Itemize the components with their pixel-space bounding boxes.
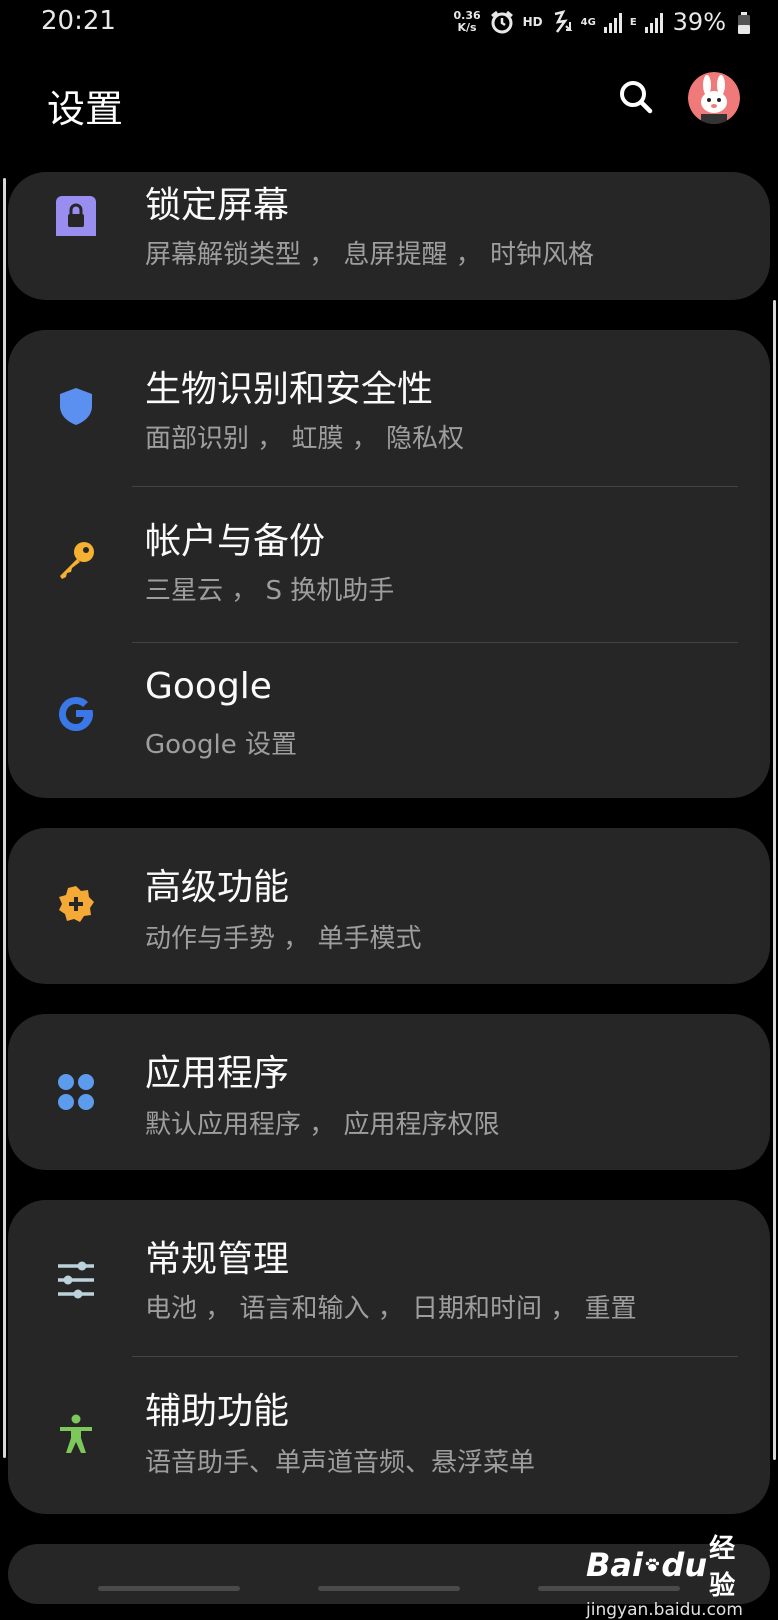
settings-card-security: 生物识别和安全性 面部识别 ， 虹膜 ， 隐私权 帐户与备份 三星云 ， S 换… — [8, 330, 770, 798]
paw-icon — [645, 1558, 660, 1572]
settings-item-accessibility[interactable]: 辅助功能 语音助手、单声道音频、悬浮菜单 — [8, 1356, 770, 1514]
settings-item-subtitle: 动作与手势 ， 单手模式 — [145, 924, 422, 954]
settings-item-title: 高级功能 — [145, 867, 290, 908]
network-speed: 0.36 K/s — [453, 10, 480, 34]
watermark-brand-bai: Bai — [586, 1546, 643, 1584]
settings-item-subtitle: Google 设置 — [145, 730, 297, 760]
gear-plus-icon — [56, 884, 96, 924]
accessibility-icon — [56, 1414, 96, 1454]
settings-card-general: 常规管理 电池 ， 语言和输入 ， 日期和时间 ， 重置 辅助功能 语音助手、单… — [8, 1200, 770, 1514]
signal-icon — [603, 13, 622, 33]
network-speed-unit: K/s — [457, 21, 477, 34]
nav-handle-recents[interactable] — [538, 1586, 680, 1591]
bluetooth-icon — [554, 10, 573, 33]
settings-item-google[interactable]: Google Google 设置 — [8, 642, 770, 792]
battery-percentage: 39% — [672, 8, 726, 36]
watermark-url: jingyan.baidu.com — [586, 1600, 743, 1620]
search-icon[interactable] — [615, 76, 657, 118]
signal-icon — [644, 13, 663, 33]
settings-item-general-management[interactable]: 常规管理 电池 ， 语言和输入 ， 日期和时间 ， 重置 — [8, 1200, 770, 1356]
avatar[interactable] — [688, 72, 740, 124]
settings-item-title: 应用程序 — [145, 1053, 290, 1094]
settings-item-subtitle: 默认应用程序 ， 应用程序权限 — [145, 1110, 500, 1140]
watermark-brand-du: du — [661, 1546, 708, 1584]
settings-item-subtitle: 面部识别 ， 虹膜 ， 隐私权 — [145, 424, 465, 454]
sliders-icon — [56, 1260, 96, 1300]
settings-item-lock-screen[interactable]: 锁定屏幕 屏幕解锁类型 ， 息屏提醒 ， 时钟风格 — [8, 172, 770, 300]
nav-handle-home[interactable] — [318, 1586, 460, 1591]
settings-item-title: 锁定屏幕 — [145, 185, 290, 226]
settings-item-accounts[interactable]: 帐户与备份 三星云 ， S 换机助手 — [8, 486, 770, 636]
settings-item-title: 常规管理 — [145, 1239, 290, 1280]
settings-item-title: 生物识别和安全性 — [145, 369, 434, 410]
status-bar: 20:21 0.36 K/s HD 4G E 39% — [0, 0, 778, 48]
shield-icon — [56, 386, 96, 426]
app-header: 设置 — [0, 60, 778, 140]
key-icon — [56, 540, 96, 580]
settings-item-biometrics[interactable]: 生物识别和安全性 面部识别 ， 虹膜 ， 隐私权 — [8, 330, 770, 480]
settings-item-title: 辅助功能 — [145, 1391, 290, 1432]
settings-card-lock: 锁定屏幕 屏幕解锁类型 ， 息屏提醒 ， 时钟风格 — [8, 172, 770, 300]
settings-item-subtitle: 语音助手、单声道音频、悬浮菜单 — [145, 1448, 536, 1478]
page-title: 设置 — [47, 87, 124, 131]
scrollbar-right[interactable] — [773, 300, 776, 1460]
scrollbar-left — [3, 178, 6, 1458]
settings-card-advanced: 高级功能 动作与手势 ， 单手模式 — [8, 828, 770, 984]
settings-item-title: Google — [145, 666, 272, 707]
settings-item-apps[interactable]: 应用程序 默认应用程序 ， 应用程序权限 — [8, 1014, 770, 1170]
google-icon — [56, 694, 96, 734]
settings-item-title: 帐户与备份 — [145, 521, 326, 562]
battery-icon — [738, 12, 750, 34]
lock-icon — [56, 196, 96, 236]
settings-item-subtitle: 屏幕解锁类型 ， 息屏提醒 ， 时钟风格 — [145, 240, 595, 270]
navigation-bar — [0, 1586, 778, 1592]
baidu-watermark: Bai du 经验 jingyan.baidu.com — [586, 1528, 743, 1620]
alarm-icon — [490, 10, 513, 34]
apps-icon — [56, 1072, 96, 1112]
network-4g-label: 4G — [580, 16, 596, 28]
settings-item-subtitle: 电池 ， 语言和输入 ， 日期和时间 ， 重置 — [145, 1294, 637, 1324]
settings-item-subtitle: 三星云 ， S 换机助手 — [145, 576, 395, 606]
nav-handle-back[interactable] — [98, 1586, 240, 1591]
status-time: 20:21 — [41, 6, 116, 36]
settings-item-advanced-features[interactable]: 高级功能 动作与手势 ， 单手模式 — [8, 828, 770, 984]
status-icons: 0.36 K/s HD 4G E 39% — [453, 8, 726, 36]
settings-card-apps: 应用程序 默认应用程序 ， 应用程序权限 — [8, 1014, 770, 1170]
network-e-label: E — [629, 16, 637, 28]
hd-indicator: HD — [522, 15, 543, 29]
